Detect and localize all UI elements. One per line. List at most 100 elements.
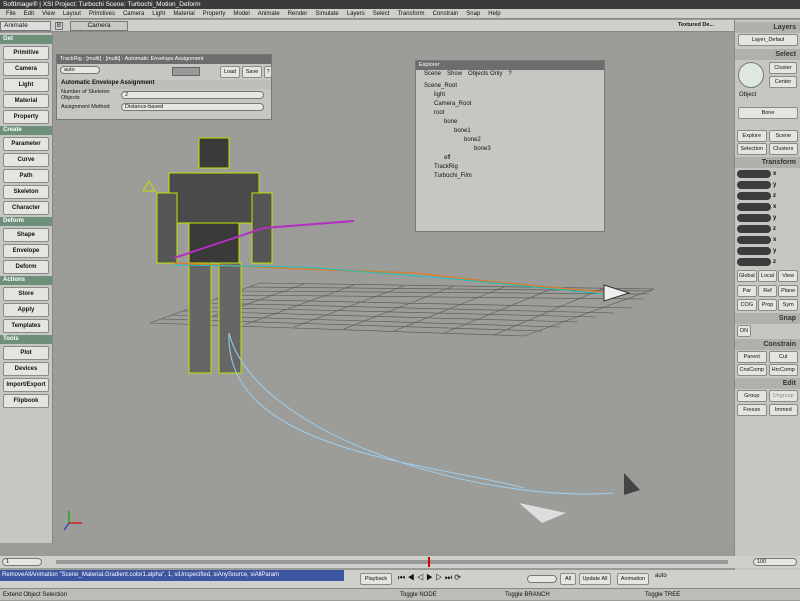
- transform-field[interactable]: z: [737, 257, 798, 267]
- envelope-button[interactable]: Envelope: [3, 244, 49, 258]
- clusters-button[interactable]: Clusters: [768, 143, 798, 155]
- menu-edit[interactable]: Edit: [20, 9, 38, 18]
- help-button[interactable]: ?: [264, 66, 272, 78]
- timeline[interactable]: 1 100: [0, 556, 800, 568]
- select-header[interactable]: Select: [735, 49, 800, 60]
- robot-character[interactable]: [156, 137, 273, 374]
- objects-only-menu[interactable]: Objects Only: [468, 71, 502, 81]
- camera-dropdown[interactable]: Camera: [70, 21, 128, 31]
- center-button[interactable]: Center: [769, 76, 797, 88]
- store-button[interactable]: Store: [3, 287, 49, 301]
- snap-on-toggle[interactable]: ON: [737, 325, 751, 337]
- object-label[interactable]: Object: [739, 92, 756, 98]
- ref-button[interactable]: Ref: [757, 285, 778, 297]
- section-actions[interactable]: Actions: [0, 276, 52, 285]
- transform-field[interactable]: z: [737, 191, 798, 201]
- start-frame[interactable]: 1: [2, 558, 42, 566]
- axis-label[interactable]: y: [773, 248, 781, 254]
- character-button[interactable]: Character: [3, 201, 49, 215]
- edit-header[interactable]: Edit: [735, 378, 800, 389]
- prop-button[interactable]: Prop: [757, 299, 778, 311]
- value-field[interactable]: [737, 181, 771, 189]
- flipbook-button[interactable]: Flipbook: [3, 394, 49, 408]
- playback-button[interactable]: Playback: [360, 573, 392, 585]
- plot-button[interactable]: Plot: [3, 346, 49, 360]
- tree-node[interactable]: Turbochi_Film: [416, 172, 604, 181]
- current-frame[interactable]: [527, 575, 557, 583]
- select-arrow-button[interactable]: [738, 62, 764, 88]
- section-deform[interactable]: Deform: [0, 217, 52, 226]
- freeze-button[interactable]: Freeze: [737, 404, 767, 416]
- layer-dropdown[interactable]: Layer_Defaul: [738, 34, 798, 46]
- show-menu[interactable]: Show: [447, 71, 462, 81]
- transform-field[interactable]: y: [737, 180, 798, 190]
- axis-label[interactable]: x: [773, 237, 781, 243]
- value-field[interactable]: [737, 258, 771, 266]
- skeleton-button[interactable]: Skeleton: [3, 185, 49, 199]
- display-mode[interactable]: Textured De...: [678, 22, 714, 28]
- transport-controls[interactable]: ⏮ ◀ ◁ ▶ ▷ ⏭ ⟳: [398, 573, 461, 583]
- update-all-button[interactable]: Update All: [579, 573, 611, 585]
- end-frame[interactable]: 100: [753, 558, 797, 566]
- transform-header[interactable]: Transform: [735, 157, 800, 168]
- tree-node[interactable]: Scene_Root: [416, 82, 604, 91]
- parent-button[interactable]: Parent: [737, 351, 767, 363]
- cluster-button[interactable]: Cluster: [769, 62, 797, 74]
- tree-node[interactable]: bone3: [416, 145, 604, 154]
- transform-field[interactable]: x: [737, 235, 798, 245]
- axis-label[interactable]: z: [773, 226, 781, 232]
- devices-button[interactable]: Devices: [3, 362, 49, 376]
- axis-label[interactable]: z: [773, 259, 781, 265]
- value-field[interactable]: [737, 203, 771, 211]
- hrccomp-button[interactable]: HrcComp: [768, 364, 798, 376]
- trackrig-title[interactable]: TrackRig : [multi] : [multi] : Automatic…: [57, 55, 271, 64]
- mode-selector[interactable]: Animate: [0, 21, 51, 31]
- section-tools[interactable]: Tools: [0, 335, 52, 344]
- tree-node[interactable]: root: [416, 109, 604, 118]
- tree-node[interactable]: bone: [416, 118, 604, 127]
- scene-button[interactable]: Scene: [768, 130, 798, 142]
- property-button[interactable]: Property: [3, 110, 49, 124]
- value-field[interactable]: [737, 236, 771, 244]
- auto-key[interactable]: auto: [655, 573, 667, 579]
- menu-camera[interactable]: Camera: [119, 9, 148, 18]
- templates-button[interactable]: Templates: [3, 319, 49, 333]
- ungroup-button[interactable]: Ungroup: [768, 390, 798, 402]
- value-field[interactable]: [737, 170, 771, 178]
- value-field[interactable]: [737, 192, 771, 200]
- menu-select[interactable]: Select: [369, 9, 394, 18]
- explore-button[interactable]: Explore: [737, 130, 767, 142]
- save-button[interactable]: Save: [242, 66, 262, 78]
- selection-button[interactable]: Selection: [737, 143, 767, 155]
- axis-label[interactable]: x: [773, 171, 781, 177]
- cnscomp-button[interactable]: CnsComp: [737, 364, 767, 376]
- menu-simulate[interactable]: Simulate: [311, 9, 342, 18]
- menu-light[interactable]: Light: [148, 9, 169, 18]
- tree-node[interactable]: bone2: [416, 136, 604, 145]
- deform-button[interactable]: Deform: [3, 260, 49, 274]
- tree-node[interactable]: Camera_Root: [416, 100, 604, 109]
- primitive-button[interactable]: Primitive: [3, 46, 49, 60]
- plane-button[interactable]: Plane: [778, 285, 799, 297]
- section-create[interactable]: Create: [0, 126, 52, 135]
- menu-property[interactable]: Property: [199, 9, 230, 18]
- global-button[interactable]: Global: [737, 270, 757, 282]
- load-button[interactable]: Load: [220, 66, 240, 78]
- menu-primitives[interactable]: Primitives: [85, 9, 119, 18]
- constrain-header[interactable]: Constrain: [735, 339, 800, 350]
- view-button[interactable]: View: [778, 270, 799, 282]
- menu-render[interactable]: Render: [284, 9, 312, 18]
- menu-constrain[interactable]: Constrain: [429, 9, 463, 18]
- menu-transform[interactable]: Transform: [393, 9, 428, 18]
- section-get[interactable]: Get: [0, 35, 52, 44]
- import-export-button[interactable]: Import/Export: [3, 378, 49, 392]
- menu-material[interactable]: Material: [169, 9, 198, 18]
- animation-button[interactable]: Animation: [617, 573, 649, 585]
- menu-file[interactable]: File: [2, 9, 20, 18]
- camera-button[interactable]: Camera: [3, 62, 49, 76]
- menu-help[interactable]: Help: [484, 9, 504, 18]
- axis-label[interactable]: x: [773, 204, 781, 210]
- apply-button[interactable]: Apply: [3, 303, 49, 317]
- axis-label[interactable]: z: [773, 193, 781, 199]
- tree-node[interactable]: eff: [416, 154, 604, 163]
